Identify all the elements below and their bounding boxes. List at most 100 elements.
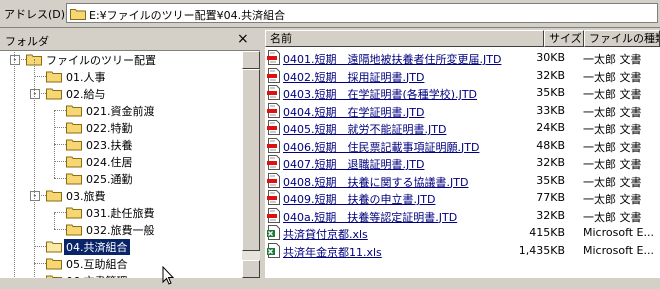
folder-tree-item[interactable]: 022.特勤 [0,119,240,136]
close-icon[interactable]: × [237,31,249,47]
jtd-icon [267,207,281,226]
folder-tree-item[interactable]: 024.住居 [0,153,240,170]
folder-tree-item[interactable]: 05.互助組合 [0,255,240,272]
collapse-toggle[interactable]: - [30,89,40,99]
file-type: 一太郎 文書 [583,105,642,119]
file-type: 一太郎 文書 [583,175,642,189]
folder-tree-item[interactable]: 01.人事 [0,68,240,85]
folder-tree-item[interactable]: 06.文書管理 [0,272,240,278]
file-row[interactable]: 0407.短期 退職証明書.JTD 32KB 一太郎 文書 [265,154,660,171]
file-row[interactable]: 0403.短期 在学証明書(各種学校).JTD 35KB 一太郎 文書 [265,84,660,101]
tree-connector [34,263,46,264]
tree-connector [34,246,46,247]
column-header-size[interactable]: サイズ [544,30,584,47]
file-size: 1,435KB [518,243,565,257]
folder-tree-label: 023.扶養 [86,139,133,152]
excel-icon [267,225,281,243]
folder-tree-label: 05.互助組合 [66,258,128,271]
file-name[interactable]: 0404.短期 在学証明書.JTD [283,104,424,120]
file-size: 32KB [536,156,565,169]
file-list-pane: 名前 サイズ ファイルの種類 0401.短期 遠隔地被扶養者住所変更届.JTD 3… [265,30,660,278]
file-name[interactable]: 0408.短期 扶養に関する協議書.JTD [283,174,468,190]
scroll-down-button[interactable] [242,260,260,278]
folder-tree-label: 025.通勤 [86,173,133,186]
address-bar: アドレス(D) E:¥ファイルのツリー配置¥04.共済組合 [0,0,660,28]
file-row[interactable]: 0402.短期 採用証明書.JTD 32KB 一太郎 文書 [265,67,660,84]
file-row[interactable]: 040a.短期 扶養等認定証明書.JTD 32KB 一太郎 文書 [265,207,660,224]
folder-pane-header: フォルダ × [0,30,260,51]
tree-connector [34,59,35,278]
file-type: 一太郎 文書 [583,158,642,171]
file-size: 48KB [536,138,565,152]
tree-connector [54,111,55,178]
file-type: Microsoft E... [583,243,654,257]
folder-icon [46,86,62,103]
vertical-scrollbar[interactable] [242,51,260,278]
tree-connector [54,178,66,179]
jtd-icon [267,102,281,121]
jtd-icon [267,190,281,208]
folder-tree-label: 04.共済組合 [63,238,131,256]
folder-tree-item[interactable]: 031.赴任旅費 [0,204,240,221]
folder-icon [46,69,62,86]
folder-tree-item[interactable]: - 02.給与 [0,85,240,102]
folder-pane: フォルダ × - ファイルのツリー配置 01.人事 - 02.給与 021.資金前渡 022… [0,30,260,285]
folder-tree-item[interactable]: - 03.旅費 [0,187,240,204]
excel-icon [267,242,281,261]
file-name[interactable]: 040a.短期 扶養等認定証明書.JTD [283,209,457,225]
file-row[interactable]: 0409.短期 扶養の申立書.JTD 77KB 一太郎 文書 [265,189,660,206]
tree-connector [14,51,15,278]
folder-tree-item[interactable]: - ファイルのツリー配置 [0,51,240,68]
file-type: 一太郎 文書 [583,123,642,136]
folder-icon [66,222,82,239]
column-header-type[interactable]: ファイルの種類 [584,30,660,47]
folder-tree-item[interactable]: 04.共済組合 [0,238,240,256]
folder-icon [70,7,86,23]
tree-connector [54,127,66,128]
collapse-toggle[interactable]: - [30,191,40,201]
file-name[interactable]: 共済貸付京都.xls [283,226,368,242]
file-row[interactable]: 0406.短期 住民票記載事項証明願.JTD 48KB 一太郎 文書 [265,137,660,154]
folder-tree-label: 022.特勤 [86,122,133,135]
file-row[interactable]: 0408.短期 扶養に関する協議書.JTD 35KB 一太郎 文書 [265,172,660,189]
jtd-icon [267,85,281,103]
file-name[interactable]: 0407.短期 退職証明書.JTD [283,156,424,172]
file-row[interactable]: 0404.短期 在学証明書.JTD 33KB 一太郎 文書 [265,102,660,119]
file-size: 32KB [536,68,565,82]
file-name[interactable]: 0401.短期 遠隔地被扶養者住所変更届.JTD [283,51,501,67]
folder-icon [66,120,82,137]
file-name[interactable]: 0403.短期 在学証明書(各種学校).JTD [283,86,477,102]
file-name[interactable]: 0409.短期 扶養の申立書.JTD [283,191,435,207]
tree-connector [54,144,66,145]
file-name[interactable]: 共済年金京都11.xls [283,244,382,260]
folder-tree-item[interactable]: 023.扶養 [0,136,240,153]
file-name[interactable]: 0406.短期 住民票記載事項証明願.JTD [283,139,479,155]
folder-icon [66,205,82,222]
scroll-thumb[interactable] [242,69,260,251]
file-type: Microsoft E... [583,226,654,239]
file-row[interactable]: 共済貸付京都.xls 415KB Microsoft E... [265,224,660,241]
address-field[interactable]: E:¥ファイルのツリー配置¥04.共済組合 [66,3,658,23]
file-row[interactable]: 共済年金京都11.xls 1,435KB Microsoft E... [265,242,660,259]
column-headers: 名前 サイズ ファイルの種類 [265,30,660,47]
jtd-icon [267,172,281,191]
column-header-name[interactable]: 名前 [265,30,544,47]
folder-tree: - ファイルのツリー配置 01.人事 - 02.給与 021.資金前渡 022.特勤 023.… [0,51,242,278]
folder-tree-item[interactable]: 021.資金前渡 [0,102,240,119]
tree-connector [54,161,66,162]
file-name[interactable]: 0405.短期 就労不能証明書.JTD [283,121,446,137]
folder-tree-item[interactable]: 025.通勤 [0,170,240,187]
folder-icon [66,103,82,120]
folder-icon [46,256,62,273]
folder-icon [66,137,82,154]
open-folder-icon [46,239,62,256]
file-name[interactable]: 0402.短期 採用証明書.JTD [283,69,424,85]
collapse-toggle[interactable]: - [10,55,20,65]
folder-tree-label: 03.旅費 [66,190,106,203]
folder-tree-label: ファイルのツリー配置 [46,54,156,67]
file-row[interactable]: 0401.短期 遠隔地被扶養者住所変更届.JTD 30KB 一太郎 文書 [265,49,660,66]
file-row[interactable]: 0405.短期 就労不能証明書.JTD 24KB 一太郎 文書 [265,119,660,136]
scroll-up-button[interactable] [242,51,260,69]
file-size: 77KB [536,191,565,204]
folder-tree-item[interactable]: 032.旅費一般 [0,221,240,238]
